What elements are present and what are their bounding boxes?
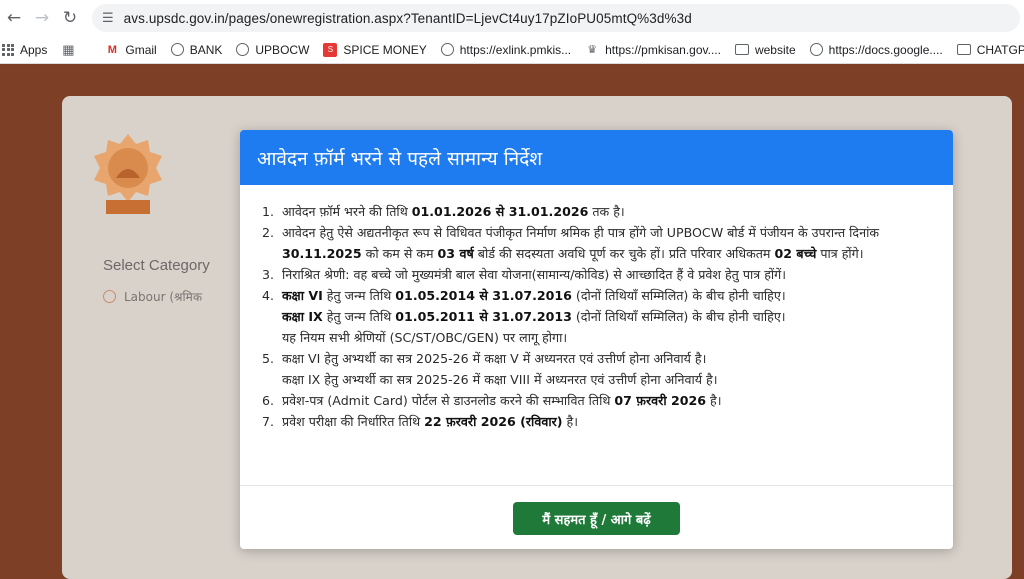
bookmark-gmail[interactable]: M Gmail	[105, 43, 157, 57]
forward-arrow-icon[interactable]: →	[28, 4, 56, 32]
instruction-list: 1. आवेदन फ़ॉर्म भरने की तिथि 01.01.2026 …	[262, 201, 935, 432]
instruction-item-7: 7. प्रवेश परीक्षा की निर्धारित तिथि 22 फ…	[262, 414, 578, 429]
globe-icon	[440, 43, 454, 56]
modal-title: आवेदन फ़ॉर्म भरने से पहले सामान्य निर्दे…	[257, 147, 543, 170]
gmail-icon: M	[107, 43, 117, 56]
reload-icon[interactable]: ↻	[56, 4, 84, 32]
apps-grid-icon	[2, 43, 14, 56]
bookmark-folder-chatgpt[interactable]: CHATGPT	[956, 43, 1024, 57]
bookmark-upbocw[interactable]: UPBOCW	[236, 43, 309, 57]
bookmark-bank[interactable]: BANK	[170, 43, 222, 57]
grid-icon: ▦	[62, 41, 75, 57]
globe-icon	[170, 43, 184, 56]
radio-circle-icon[interactable]	[103, 290, 116, 303]
bookmark-exlink-pmkisan[interactable]: https://exlink.pmkis...	[440, 43, 571, 57]
bookmark-apps[interactable]: Apps	[2, 43, 47, 57]
bookmark-spice-money[interactable]: S SPICE MONEY	[323, 42, 427, 57]
instruction-item-3: 3. निराश्रित श्रेणी: वह बच्चे जो मुख्यमं…	[262, 267, 787, 282]
globe-icon	[236, 43, 250, 56]
globe-icon	[809, 43, 823, 56]
bookmark-folder-website[interactable]: website	[734, 43, 796, 57]
modal-footer-divider	[240, 485, 953, 486]
emblem-icon: ♛	[587, 44, 598, 56]
instruction-item-2: 2. आवेदन हेतु ऐसे अद्यतनीकृत रूप से विधि…	[262, 225, 880, 261]
folder-icon	[734, 44, 749, 55]
address-bar[interactable]: ☰ avs.upsdc.gov.in/pages/onewregistratio…	[92, 4, 1020, 32]
address-url[interactable]: avs.upsdc.gov.in/pages/onewregistration.…	[124, 11, 692, 26]
modal-header: आवेदन फ़ॉर्म भरने से पहले सामान्य निर्दे…	[240, 130, 953, 185]
spice-money-icon: S	[323, 42, 338, 57]
select-category-label: Select Category	[103, 257, 210, 274]
site-info-icon[interactable]: ☰	[102, 11, 114, 26]
upbocw-logo-icon	[94, 134, 162, 214]
folder-icon	[956, 44, 971, 55]
bookmark-docs-google[interactable]: https://docs.google....	[809, 43, 943, 57]
bookmark-pmkisan[interactable]: ♛ https://pmkisan.gov....	[585, 43, 721, 57]
instruction-item-4: 4. कक्षा VI हेतु जन्म तिथि 01.05.2014 से…	[262, 288, 786, 345]
instructions-modal: आवेदन फ़ॉर्म भरने से पहले सामान्य निर्दे…	[240, 130, 953, 549]
instruction-item-1: 1. आवेदन फ़ॉर्म भरने की तिथि 01.01.2026 …	[262, 204, 625, 219]
instruction-item-5: 5. कक्षा VI हेतु अभ्यर्थी का सत्र 2025-2…	[262, 351, 718, 387]
browser-toolbar: ← → ↻ ☰ avs.upsdc.gov.in/pages/onewregis…	[0, 0, 1024, 36]
labour-radio-option[interactable]: Labour (श्रमिक	[103, 288, 202, 305]
back-arrow-icon[interactable]: ←	[0, 4, 28, 32]
modal-body: 1. आवेदन फ़ॉर्म भरने की तिथि 01.01.2026 …	[240, 185, 953, 432]
agree-continue-button[interactable]: मैं सहमत हूँ / आगे बढ़ें	[513, 502, 680, 535]
bookmark-grid[interactable]: ▦	[61, 41, 81, 57]
bookmarks-bar: Apps ▦ M Gmail BANK UPBOCW S SPICE MONEY…	[0, 36, 1024, 64]
instruction-item-6: 6. प्रवेश-पत्र (Admit Card) पोर्टल से डा…	[262, 393, 722, 408]
